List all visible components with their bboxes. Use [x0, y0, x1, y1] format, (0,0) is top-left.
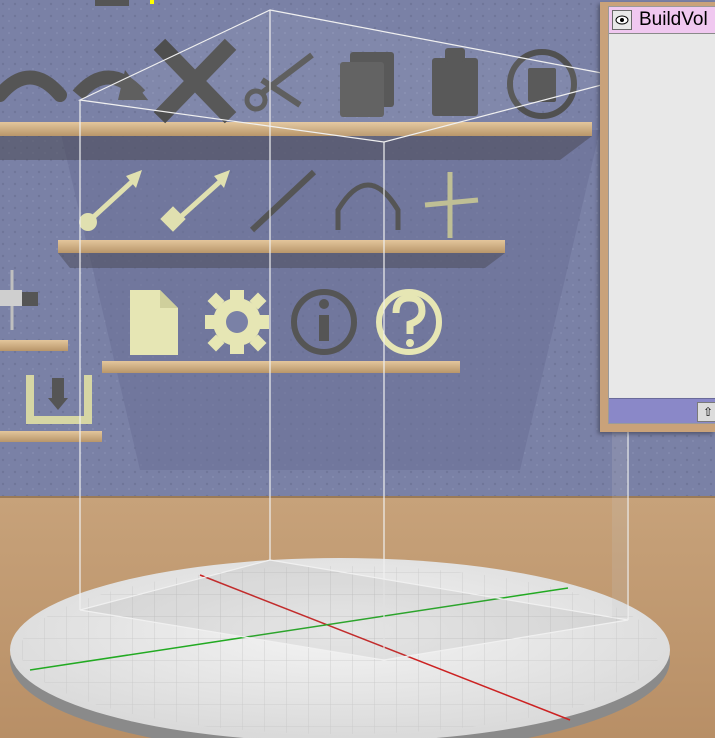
panel-header: BuildVol [609, 7, 715, 34]
panel-title: BuildVol [639, 9, 708, 30]
build-volume-panel: BuildVol ⇧ [600, 2, 715, 432]
shelf-bottom [102, 361, 460, 373]
eye-icon [615, 15, 629, 25]
visibility-toggle-button[interactable] [612, 10, 632, 30]
shelf-middle [58, 240, 505, 268]
scroll-up-button[interactable]: ⇧ [697, 402, 715, 422]
top-marker [95, 0, 129, 6]
panel-inner: BuildVol ⇧ [608, 6, 715, 424]
top-marker-highlight [150, 0, 154, 4]
panel-body [609, 34, 715, 397]
shelf-left-1 [0, 340, 68, 351]
shelf-left-2 [0, 431, 102, 442]
panel-footer: ⇧ [609, 398, 715, 423]
gear-icon[interactable] [205, 290, 269, 354]
